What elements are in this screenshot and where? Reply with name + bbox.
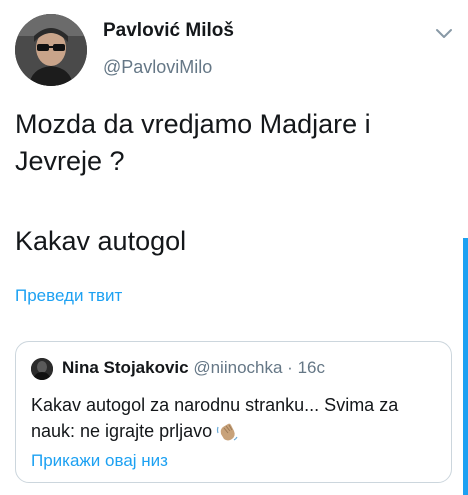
quoted-author-avatar[interactable]	[31, 358, 53, 380]
tweet-text-line: Mozda da vredjamo Madjare i	[15, 109, 371, 139]
chevron-down-icon[interactable]	[434, 26, 454, 40]
author-handle[interactable]: @PavloviMilo	[103, 57, 212, 78]
quoted-tweet-text: Kakav autogol za narodnu stranku... Svim…	[31, 392, 441, 444]
user-avatar-dark-icon	[31, 358, 53, 380]
separator-dot: ·	[287, 358, 293, 377]
scrollbar[interactable]	[463, 238, 468, 495]
quoted-author-handle[interactable]: @niinochka	[193, 358, 282, 377]
tweet-text-line: Jevreje ?	[15, 146, 125, 176]
translate-tweet-link[interactable]: Преведи твит	[15, 286, 122, 306]
tweet-text-line: Kakav autogol	[15, 226, 187, 256]
tweet-text: Mozda da vredjamo Madjare i Jevreje ? Ka…	[15, 106, 455, 260]
quoted-tweet[interactable]: Nina Stojakovic @niinochka · 16с Kakav a…	[15, 341, 452, 483]
user-avatar-sunglasses-icon	[15, 14, 87, 86]
tweet-card: Pavlović Miloš @PavloviMilo Mozda da vre…	[0, 0, 468, 495]
quoted-tweet-text-content: Kakav autogol za narodnu stranku... Svim…	[31, 395, 399, 441]
author-avatar[interactable]	[15, 14, 87, 86]
author-display-name[interactable]: Pavlović Miloš	[103, 20, 234, 42]
waving-hand-emoji-icon	[216, 421, 238, 443]
quoted-tweet-header: Nina Stojakovic @niinochka · 16с	[62, 358, 325, 378]
quoted-author-name[interactable]: Nina Stojakovic	[62, 358, 189, 377]
show-thread-link[interactable]: Прикажи овај низ	[31, 451, 168, 471]
quoted-tweet-time[interactable]: 16с	[298, 358, 325, 377]
